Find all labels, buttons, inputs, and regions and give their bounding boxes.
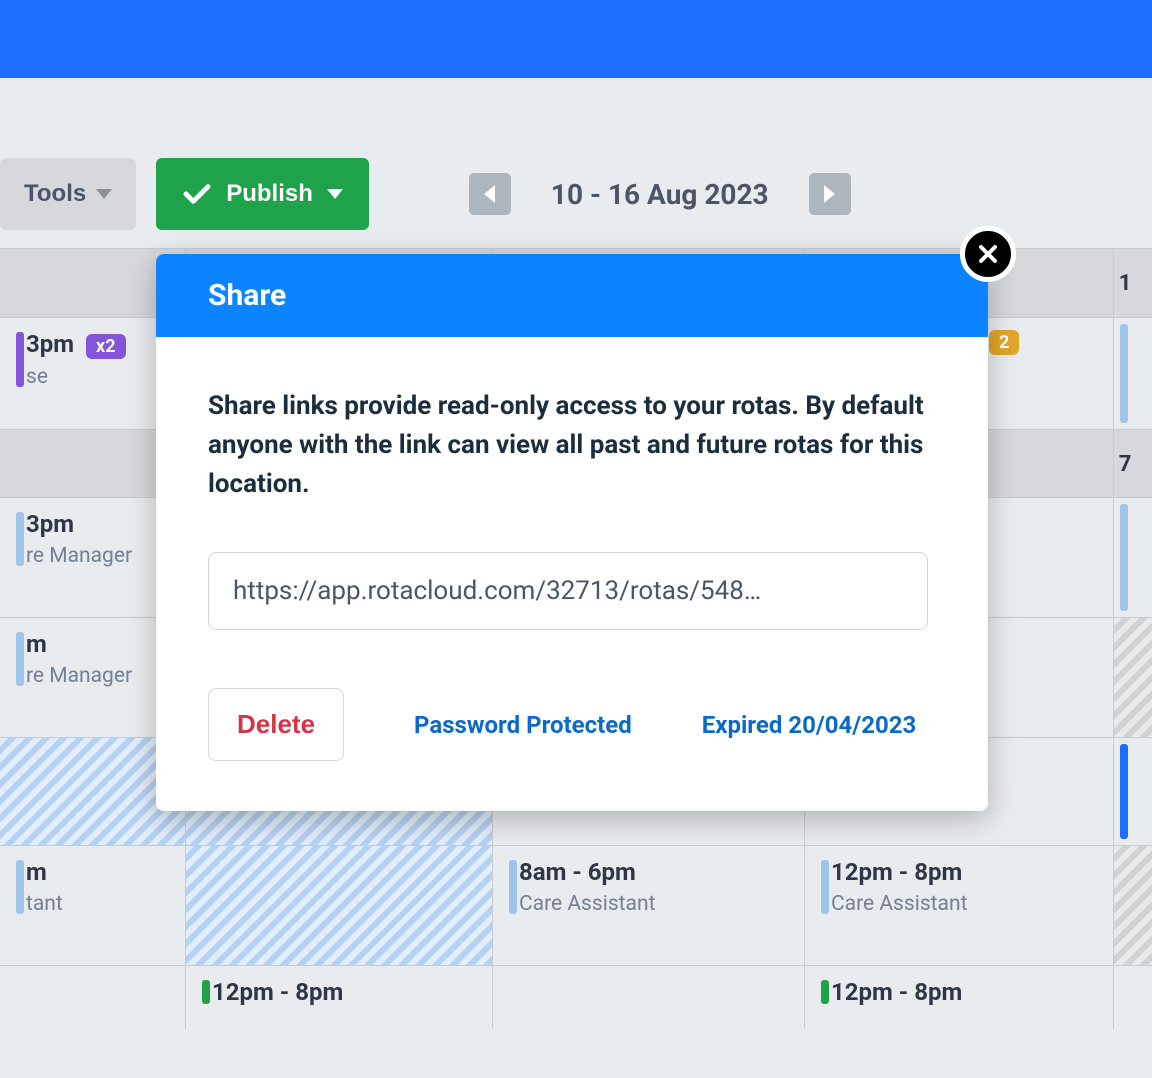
prev-week-button[interactable] <box>469 173 511 215</box>
shift-role: Care Assistant <box>519 892 788 916</box>
share-link-value: https://app.rotacloud.com/32713/rotas/54… <box>233 576 761 606</box>
shift-role: Care Assistant <box>831 892 1097 916</box>
shift-time: 12pm - 8pm <box>831 858 1097 886</box>
shift-cell[interactable] <box>1114 846 1152 965</box>
shift-indicator <box>821 980 829 1004</box>
modal-body: Share links provide read-only access to … <box>156 337 988 811</box>
close-button[interactable] <box>960 226 1016 282</box>
shift-indicator <box>821 860 829 914</box>
chevron-left-icon <box>484 185 495 203</box>
shift-indicator <box>16 512 24 566</box>
shift-cell[interactable] <box>1114 498 1152 617</box>
share-link-input[interactable]: https://app.rotacloud.com/32713/rotas/54… <box>208 552 928 630</box>
shift-cell[interactable]: 12pm - 8pm <box>186 966 493 1029</box>
caret-down-icon <box>327 189 343 199</box>
modal-actions: Delete Password Protected Expired 20/04/… <box>208 688 936 761</box>
shift-cell[interactable] <box>1114 618 1152 737</box>
publish-button-label: Publish <box>226 180 313 208</box>
chevron-right-icon <box>824 185 835 203</box>
shift-indicator <box>1120 324 1128 423</box>
table-row[interactable]: m tant 8am - 6pm Care Assistant 12pm - 8… <box>0 845 1152 965</box>
shift-time: 8am - 6pm <box>519 858 788 886</box>
shift-role: t <box>981 361 1097 385</box>
shift-indicator <box>202 980 210 1004</box>
header-cell: 7 <box>1114 430 1152 498</box>
date-range-label: 10 - 16 Aug 2023 <box>551 178 769 211</box>
tools-button[interactable]: Tools <box>0 158 136 230</box>
publish-button[interactable]: Publish <box>156 158 369 230</box>
tools-button-label: Tools <box>24 180 86 208</box>
date-navigation: 10 - 16 Aug 2023 <box>469 173 851 215</box>
shift-cell[interactable]: 12pm - 8pm <box>805 966 1114 1029</box>
next-week-button[interactable] <box>809 173 851 215</box>
share-modal: Share Share links provide read-only acce… <box>156 254 988 811</box>
expired-link[interactable]: Expired 20/04/2023 <box>702 711 917 739</box>
shift-time: 12pm - 8pm <box>831 978 1097 1006</box>
shift-count-badge: 2 <box>989 330 1019 355</box>
table-row[interactable]: 12pm - 8pm 12pm - 8pm <box>0 965 1152 1029</box>
shift-time: 3pm <box>26 510 169 538</box>
header-col-label: 1 <box>1119 271 1132 296</box>
shift-role: re Manager <box>26 544 169 568</box>
shift-time: 12pm - 8pm <box>212 978 476 1006</box>
shift-indicator <box>1120 504 1128 611</box>
shift-role: se <box>26 365 169 389</box>
secondary-bar <box>0 78 1152 140</box>
shift-indicator <box>16 860 24 914</box>
shift-role: re Manager <box>26 664 169 688</box>
shift-indicator <box>509 860 517 914</box>
password-protected-link[interactable]: Password Protected <box>414 711 632 739</box>
shift-time: m <box>26 630 169 658</box>
modal-title: Share <box>156 254 988 337</box>
header-cell-rightmost: 1 <box>1114 249 1152 317</box>
shift-cell[interactable] <box>1114 966 1152 1029</box>
shift-cell[interactable]: 8am - 6pm Care Assistant <box>493 846 805 965</box>
shift-indicator <box>16 632 24 686</box>
check-icon <box>182 183 212 205</box>
shift-role: tant <box>26 892 169 916</box>
close-icon <box>977 243 999 265</box>
shift-cell[interactable] <box>1114 318 1152 429</box>
shift-cell[interactable] <box>186 846 493 965</box>
shift-time: m <box>26 858 169 886</box>
shift-cell[interactable] <box>1114 738 1152 845</box>
caret-down-icon <box>96 189 112 199</box>
top-app-bar <box>0 0 1152 78</box>
shift-cell[interactable]: 12pm - 8pm Care Assistant <box>805 846 1114 965</box>
shift-indicator <box>16 332 24 387</box>
shift-indicator <box>1120 744 1128 839</box>
delete-button[interactable]: Delete <box>208 688 344 761</box>
shift-count-badge: x2 <box>86 334 126 359</box>
modal-description: Share links provide read-only access to … <box>208 387 936 504</box>
header-col-label: 7 <box>1119 452 1132 477</box>
shift-time: 3pm <box>26 330 74 358</box>
shift-cell[interactable] <box>493 966 805 1029</box>
shift-cell[interactable]: m tant <box>0 846 186 965</box>
shift-cell[interactable] <box>0 966 186 1029</box>
